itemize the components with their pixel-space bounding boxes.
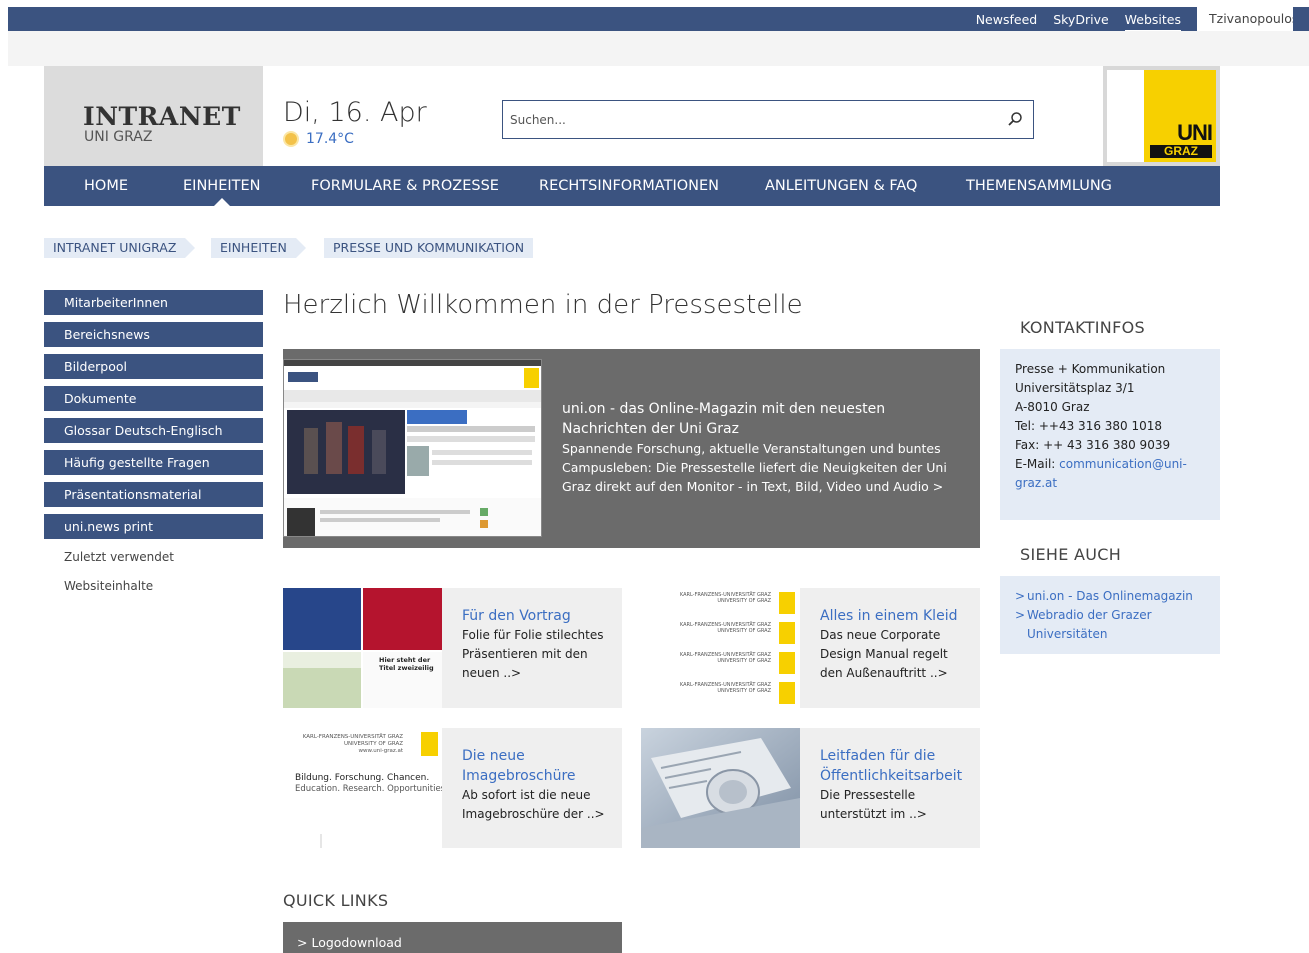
hero-screenshot-image	[283, 359, 542, 537]
tile-corporate-design[interactable]: KARL-FRANZENS-UNIVERSITÄT GRAZ UNIVERSIT…	[641, 588, 980, 708]
tile-description: Ab sofort ist die neue Imagebroschüre de…	[462, 788, 605, 821]
chevron-right-icon: >	[1015, 608, 1026, 622]
nav-home[interactable]: HOME	[84, 166, 128, 206]
hero-text: uni.on - das Online-Magazin mit den neue…	[562, 399, 962, 496]
nav-formulare[interactable]: FORMULARE & PROZESSE	[311, 166, 499, 206]
search-icon[interactable]	[1007, 111, 1023, 127]
seealso-box: > uni.on - Das Onlinemagazin > Webradio …	[1000, 576, 1220, 654]
contact-title: KONTAKTINFOS	[1020, 318, 1145, 337]
nav-anleitungen[interactable]: ANLEITUNGEN & FAQ	[765, 166, 917, 206]
logo-text-graz: GRAZ	[1150, 145, 1212, 158]
suite-link-newsfeed[interactable]: Newsfeed	[976, 12, 1038, 27]
seealso-title: SIEHE AUCH	[1020, 545, 1122, 564]
nav-themensammlung[interactable]: THEMENSAMMLUNG	[966, 166, 1112, 206]
seealso-link[interactable]: uni.on - Das Onlinemagazin	[1027, 587, 1193, 606]
leftnav-item[interactable]: Glossar Deutsch-Englisch	[44, 418, 263, 443]
brand-subtitle: UNI GRAZ	[84, 129, 153, 145]
tile-title[interactable]: Leitfaden für die Öffentlichkeitsarbeit	[820, 746, 970, 786]
leftnav-item[interactable]: uni.news print	[44, 514, 263, 539]
contact-email-label: E-Mail:	[1015, 457, 1056, 471]
seealso-item[interactable]: > uni.on - Das Onlinemagazin	[1015, 587, 1205, 606]
tile-image-brochure: KARL-FRANZENS-UNIVERSITÄT GRAZ UNIVERSIT…	[283, 728, 442, 848]
search-input[interactable]	[503, 101, 983, 138]
nav-rechtsinformationen[interactable]: RECHTSINFORMATIONEN	[539, 166, 719, 206]
weather: 17.4°C	[283, 131, 427, 147]
chevron-right-icon: >	[1015, 589, 1026, 603]
quicklinks-title: QUICK LINKS	[283, 891, 389, 910]
tile-image-cd-manual: KARL-FRANZENS-UNIVERSITÄT GRAZ UNIVERSIT…	[641, 588, 800, 708]
slide-caption: Hier steht der Titel zweizeilig	[379, 656, 434, 672]
breadcrumb-item-einheiten[interactable]: EINHEITEN	[211, 238, 306, 258]
brand-title: INTRANET	[83, 102, 241, 131]
contact-box: Presse + Kommunikation Universitätsplaz …	[1000, 349, 1220, 520]
temperature: 17.4°C	[306, 131, 354, 147]
brochure-claim-de: Bildung. Forschung. Chancen.	[295, 773, 430, 783]
contact-line: Universitätsplaz 3/1	[1015, 381, 1135, 395]
leftnav-item[interactable]: Häufig gestellte Fragen	[44, 450, 263, 475]
breadcrumb-item-intranet[interactable]: INTRANET UNIGRAZ	[44, 238, 196, 258]
leftnav-item[interactable]: Bilderpool	[44, 354, 263, 379]
tile-description: Folie für Folie stilechtes Präsentieren …	[462, 628, 604, 680]
search-box	[502, 100, 1034, 139]
tile-title[interactable]: Die neue Imagebroschüre	[462, 746, 612, 786]
tile-title[interactable]: Alles in einem Kleid	[820, 606, 970, 626]
main-nav: HOME EINHEITEN FORMULARE & PROZESSE RECH…	[44, 166, 1220, 206]
date-weather: Di, 16. Apr 17.4°C	[283, 97, 427, 147]
suite-link-websites[interactable]: Websites	[1124, 12, 1182, 32]
leftnav-item[interactable]: Dokumente	[44, 386, 263, 411]
leftnav-item[interactable]: Präsentationsmaterial	[44, 482, 263, 507]
tile-description: Das neue Corporate Design Manual regelt …	[820, 628, 948, 680]
tile-leitfaden[interactable]: Leitfaden für die Öffentlichkeitsarbeit …	[641, 728, 980, 848]
left-nav: MitarbeiterInnen Bereichsnews Bilderpool…	[44, 290, 263, 597]
nav-einheiten[interactable]: EINHEITEN	[183, 166, 261, 206]
tile-image-slides: Hier steht der Titel zweizeilig	[283, 588, 442, 708]
page-title: Herzlich Willkommen in der Pressestelle	[283, 290, 803, 320]
ribbon-bar	[8, 31, 1309, 66]
uni-graz-logo[interactable]: UNI GRAZ	[1103, 66, 1220, 166]
current-date: Di, 16. Apr	[283, 97, 427, 128]
user-menu[interactable]: Tzivanopoulos, K	[1197, 7, 1293, 31]
contact-line: A-8010 Graz	[1015, 400, 1090, 414]
seealso-item[interactable]: > Webradio der Grazer Universitäten	[1015, 606, 1205, 644]
seealso-link[interactable]: Webradio der Grazer Universitäten	[1027, 606, 1205, 644]
tile-image-newspaper	[641, 728, 800, 848]
suite-link-skydrive[interactable]: SkyDrive	[1053, 12, 1108, 27]
suite-links: Newsfeed SkyDrive Websites Tzivanopoulos…	[976, 7, 1309, 32]
sun-icon	[285, 133, 297, 145]
brochure-claim-en: Education. Research. Opportunities.	[295, 784, 442, 794]
leftnav-item[interactable]: Bereichsnews	[44, 322, 263, 347]
tile-title[interactable]: Für den Vortrag	[462, 606, 612, 626]
contact-line: Fax: ++ 43 316 380 9039	[1015, 438, 1171, 452]
logo-text-uni: UNI	[1177, 120, 1213, 145]
leftnav-site-contents[interactable]: Websiteinhalte	[44, 575, 263, 597]
hero-headline[interactable]: uni.on - das Online-Magazin mit den neue…	[562, 399, 962, 439]
tile-imagebroschuere[interactable]: KARL-FRANZENS-UNIVERSITÄT GRAZ UNIVERSIT…	[283, 728, 622, 848]
logo-yellow-block: UNI GRAZ	[1144, 70, 1216, 162]
contact-line: Presse + Kommunikation	[1015, 362, 1166, 376]
contact-email-row: E-Mail: communication@uni-graz.at	[1015, 455, 1205, 493]
breadcrumb-item-presse[interactable]: PRESSE UND KOMMUNIKATION	[324, 238, 534, 258]
suite-bar: Newsfeed SkyDrive Websites Tzivanopoulos…	[8, 7, 1309, 32]
tile-description: Die Pressestelle unterstützt im ..>	[820, 788, 927, 821]
site-brand[interactable]: INTRANET UNI GRAZ	[44, 66, 263, 166]
contact-line: Tel: ++43 316 380 1018	[1015, 419, 1163, 433]
leftnav-recent[interactable]: Zuletzt verwendet	[44, 546, 263, 568]
quicklink-logodownload[interactable]: > Logodownload	[283, 922, 622, 953]
hero-banner[interactable]: uni.on - das Online-Magazin mit den neue…	[283, 349, 980, 548]
tile-vortrag[interactable]: Hier steht der Titel zweizeilig Für den …	[283, 588, 622, 708]
leftnav-item[interactable]: MitarbeiterInnen	[44, 290, 263, 315]
hero-body: Spannende Forschung, aktuelle Veranstalt…	[562, 441, 947, 494]
